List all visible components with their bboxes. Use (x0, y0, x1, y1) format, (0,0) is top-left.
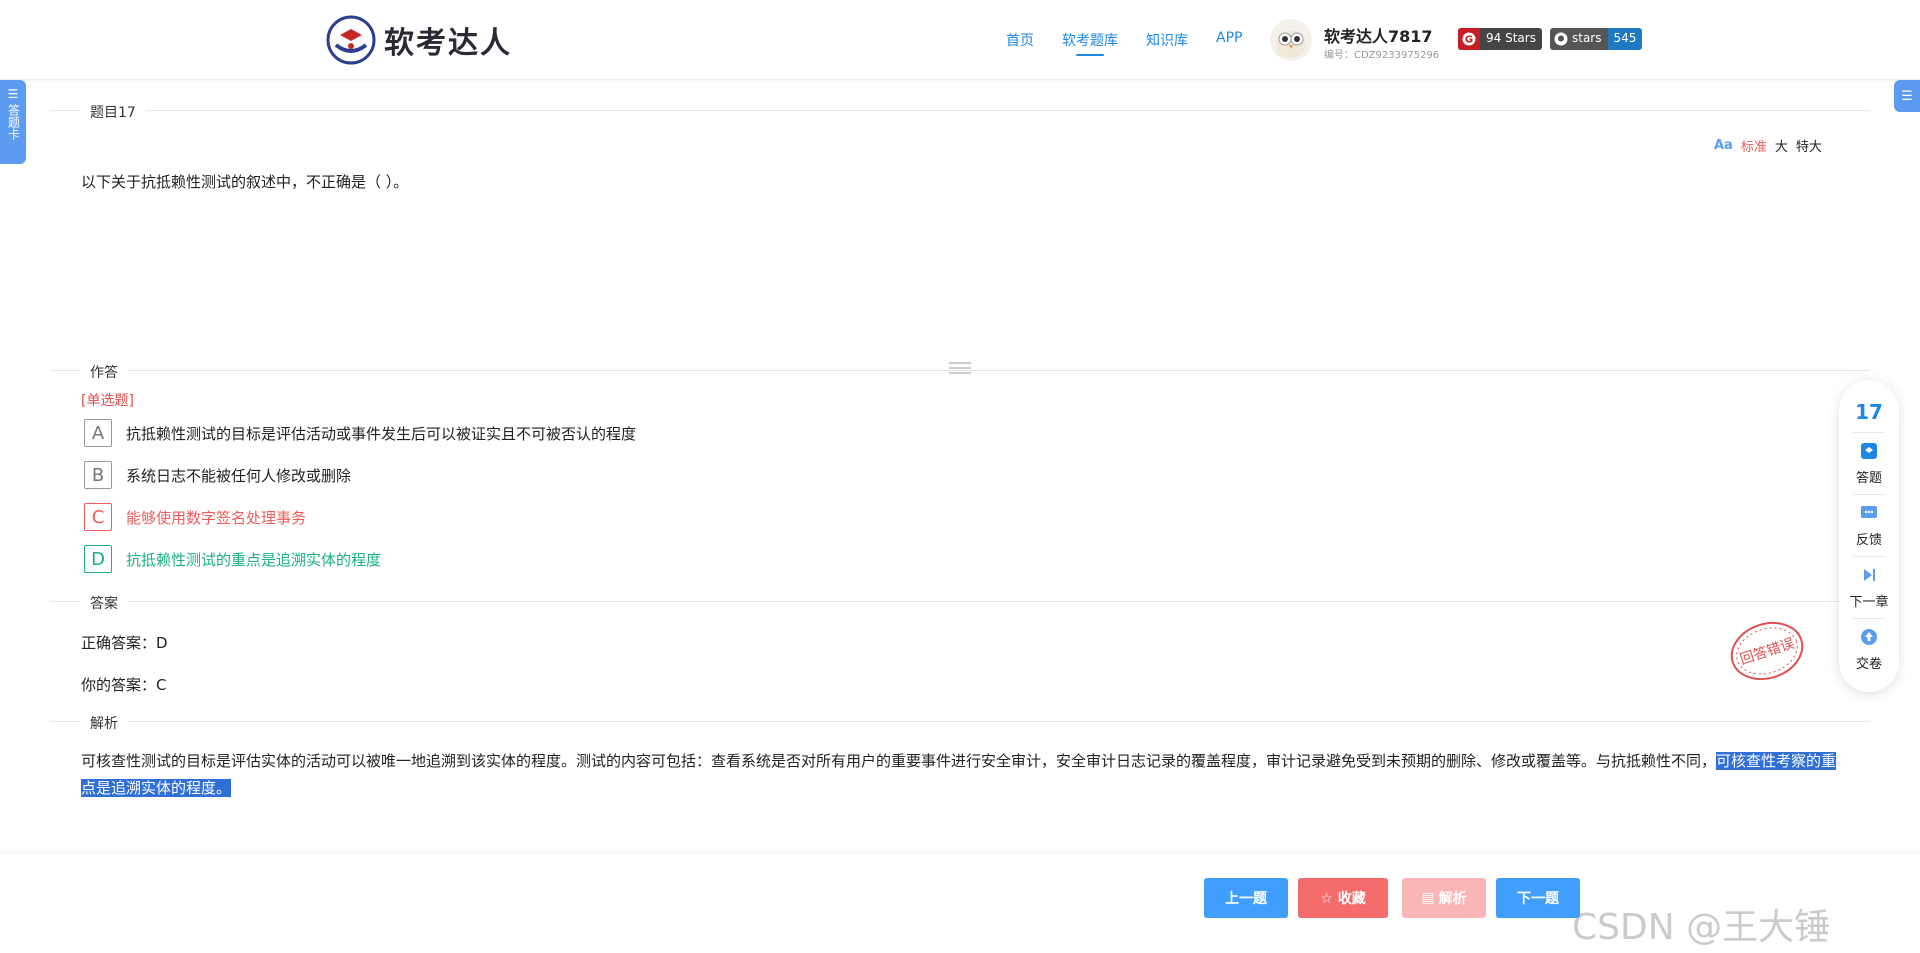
answer-icon (1861, 443, 1877, 459)
answer-sheet-button[interactable]: 答题 (1839, 442, 1899, 486)
site-logo[interactable]: 软考达人 (326, 15, 512, 65)
answer-section-label: 作答 (80, 362, 128, 382)
font-size-standard[interactable]: 标准 (1741, 136, 1767, 155)
option-letter: C (84, 503, 112, 531)
gitee-icon: G (1458, 28, 1480, 50)
question-type: [单选题] (81, 393, 134, 409)
option-text: 抗抵赖性测试的目标是评估活动或事件发生后可以被证实且不可被否认的程度 (126, 424, 637, 443)
logo-icon (326, 15, 376, 65)
top-header: 软考达人 首页 软考题库 知识库 APP 软考达人7817 编号：CDZ9233… (0, 0, 1920, 80)
answer-card-tab[interactable]: ☰ 答题卡 (0, 80, 26, 164)
question-section-header: 题目17 (50, 100, 1870, 122)
option-d[interactable]: D 抗抵赖性测试的重点是追溯实体的程度 (84, 545, 381, 573)
feedback-icon (1861, 506, 1877, 518)
result-section-label: 答案 (80, 593, 128, 613)
option-text: 能够使用数字签名处理事务 (126, 508, 307, 527)
user-id: 编号：CDZ9233975296 (1324, 50, 1440, 61)
resize-handle[interactable] (949, 362, 971, 377)
document-icon: ▤ (1421, 890, 1435, 906)
answer-card-label: 答题卡 (6, 104, 21, 140)
prev-question-button[interactable]: 上一题 (1204, 878, 1288, 918)
analysis-section-header: 解析 (50, 711, 1870, 733)
site-name: 软考达人 (384, 26, 512, 61)
question-number-label: 题目17 (80, 102, 146, 122)
result-section-header: 答案 (50, 591, 1870, 613)
wrong-answer-stamp: 回答错误 (1730, 622, 1804, 680)
main-nav: 首页 软考题库 知识库 APP (1006, 30, 1270, 56)
owl-avatar-icon (1276, 30, 1306, 58)
current-question-number: 17 (1855, 400, 1883, 424)
analysis-body: 可核查性测试的目标是评估实体的活动可以被唯一地追溯到该实体的程度。测试的内容可包… (81, 752, 1717, 770)
option-letter: B (84, 461, 112, 489)
option-text: 抗抵赖性测试的重点是追溯实体的程度 (126, 550, 382, 569)
your-answer: 你的答案：C (81, 676, 167, 694)
next-question-button[interactable]: 下一题 (1496, 878, 1580, 918)
option-a[interactable]: A 抗抵赖性测试的目标是评估活动或事件发生后可以被证实且不可被否认的程度 (84, 419, 636, 447)
option-letter: A (84, 419, 112, 447)
svg-text:G: G (1465, 35, 1473, 46)
font-size-icon: Aa (1714, 138, 1733, 153)
stamp-text: 回答错误 (1738, 635, 1797, 668)
analysis-button[interactable]: ▤ 解析 (1402, 878, 1486, 918)
analysis-button-label: 解析 (1438, 891, 1467, 907)
analysis-section-label: 解析 (80, 713, 128, 733)
question-text: 以下关于抗抵赖性测试的叙述中，不正确是（ ）。 (81, 173, 409, 191)
analysis-text: 可核查性测试的目标是评估实体的活动可以被唯一地追溯到该实体的程度。测试的内容可包… (81, 748, 1841, 802)
option-b[interactable]: B 系统日志不能被任何人修改或删除 (84, 461, 351, 489)
option-letter: D (84, 545, 112, 573)
nav-app[interactable]: APP (1216, 30, 1242, 50)
upload-icon (1861, 629, 1877, 645)
menu-icon: ☰ (1901, 89, 1913, 104)
floating-toolbar: 17 答题 反馈 下一章 交卷 (1839, 380, 1899, 692)
nav-question-bank[interactable]: 软考题库 (1062, 30, 1118, 56)
font-size-xlarge[interactable]: 特大 (1796, 136, 1822, 155)
right-menu-tab[interactable]: ☰ (1894, 80, 1920, 112)
option-c[interactable]: C 能够使用数字签名处理事务 (84, 503, 306, 531)
gitee-stars-text: 94 Stars (1486, 31, 1536, 45)
font-size-control: Aa 标准 大 特大 (1714, 136, 1822, 155)
correct-answer: 正确答案：D (81, 634, 168, 652)
github-badge-count: 545 (1607, 28, 1643, 50)
nav-knowledge[interactable]: 知识库 (1146, 30, 1188, 50)
skip-next-icon (1864, 569, 1875, 581)
watermark: CSDN @王大锤4391 (1572, 907, 1831, 953)
user-name[interactable]: 软考达人7817 (1324, 23, 1433, 47)
favorite-button[interactable]: ☆ 收藏 (1298, 878, 1388, 918)
github-icon (1554, 32, 1568, 46)
nav-home[interactable]: 首页 (1006, 30, 1034, 50)
avatar[interactable] (1270, 19, 1312, 61)
font-size-large[interactable]: 大 (1775, 136, 1788, 155)
option-text: 系统日志不能被任何人修改或删除 (126, 466, 352, 485)
submit-button[interactable]: 交卷 (1839, 628, 1899, 672)
next-chapter-button[interactable]: 下一章 (1839, 566, 1899, 610)
github-badge-label: stars (1572, 31, 1602, 45)
github-stars-badge[interactable]: stars 545 (1550, 28, 1643, 50)
menu-icon: ☰ (7, 87, 19, 101)
gitee-stars-badge[interactable]: G 94 Stars (1458, 28, 1542, 50)
feedback-button[interactable]: 反馈 (1839, 504, 1899, 548)
